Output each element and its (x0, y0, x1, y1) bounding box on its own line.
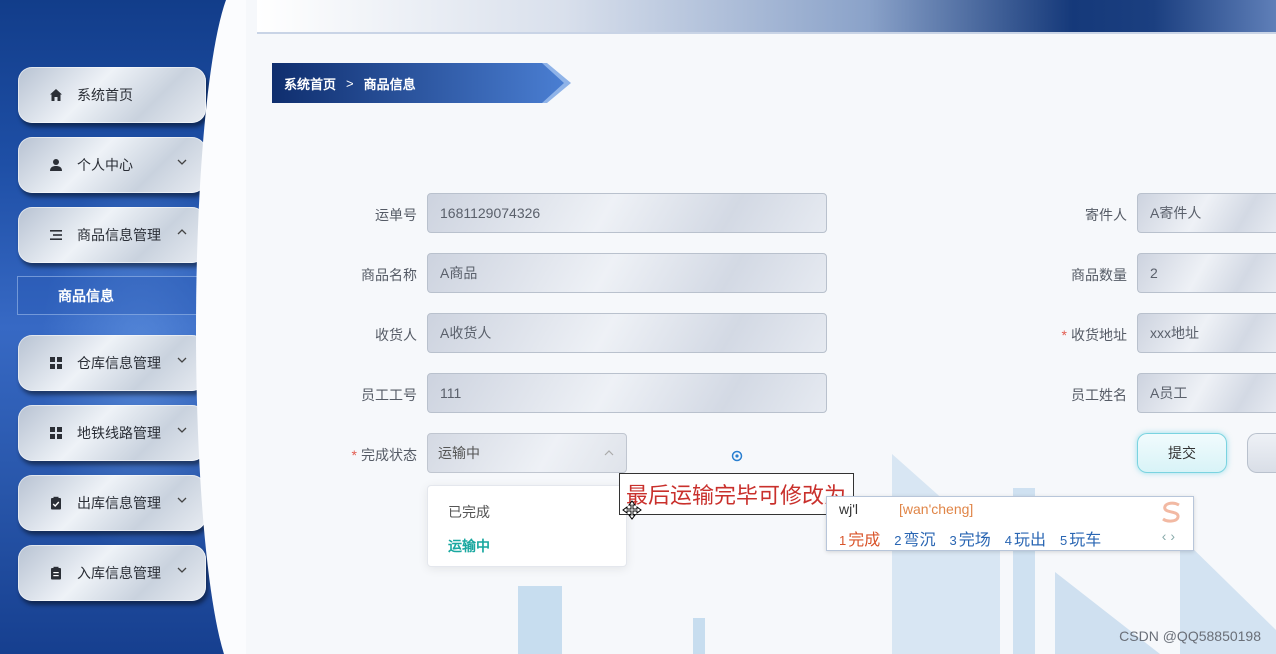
sidebar-item-personal-center[interactable]: 个人中心 (18, 137, 206, 193)
sidebar-item-label: 地铁线路管理 (77, 425, 161, 441)
watermark: CSDN @QQ58850198 (1119, 628, 1261, 644)
ime-candidate-text: 弯沉 (903, 532, 936, 549)
user-icon (48, 157, 64, 173)
sender-field[interactable]: A寄件人 (1137, 193, 1276, 233)
ime-candidate-text: 玩车 (1069, 532, 1102, 549)
sidebar-item-metro-line-management[interactable]: 地铁线路管理 (18, 405, 206, 461)
grid-icon (48, 425, 64, 441)
move-cursor-icon (622, 500, 642, 520)
ime-candidate-text: 玩出 (1013, 532, 1046, 549)
clipboard-icon (48, 565, 64, 581)
home-icon (48, 87, 64, 103)
employee-name-label: 员工姓名 (1071, 387, 1127, 403)
ime-candidate-text: 完场 (958, 532, 991, 549)
clipboard-check-icon (48, 495, 64, 511)
status-label: * 完成状态 (320, 445, 417, 465)
quantity-field[interactable]: 2 (1137, 253, 1276, 293)
sender-label: 寄件人 (1085, 207, 1127, 223)
reset-button[interactable] (1247, 433, 1276, 473)
ime-candidate-number: 4 (1004, 533, 1012, 548)
sidebar: 系统首页 个人中心 商品信息管理 商品信息 仓库信息管理 地铁线路管理 出库信息… (0, 0, 246, 654)
sidebar-item-label: 个人中心 (77, 157, 133, 173)
ime-candidate[interactable]: 2 弯沉 (894, 526, 935, 550)
sidebar-item-home[interactable]: 系统首页 (18, 67, 206, 123)
sidebar-item-label: 仓库信息管理 (77, 355, 161, 371)
ime-candidate-text: 完成 (848, 532, 881, 549)
sidebar-item-label: 商品信息管理 (77, 227, 161, 243)
status-dropdown: 已完成 运输中 (427, 485, 627, 567)
ime-candidate[interactable]: 3 完场 (950, 526, 991, 550)
chevron-down-icon (177, 427, 187, 433)
submenu-item-label: 商品信息 (58, 287, 114, 304)
product-name-label: 商品名称 (361, 267, 417, 283)
ime-logo-icon (1162, 501, 1180, 523)
submenu-item-product-info[interactable]: 商品信息 (17, 276, 217, 315)
submit-button[interactable]: 提交 (1137, 433, 1227, 473)
status-option-completed[interactable]: 已完成 (448, 502, 490, 522)
waybill-label: 运单号 (375, 207, 417, 223)
ime-candidate-number: 2 (894, 533, 902, 548)
address-field[interactable]: xxx地址 (1137, 313, 1276, 353)
required-mark: * (1061, 327, 1067, 343)
ime-page-nav[interactable]: ‹ › (1162, 528, 1175, 544)
required-mark: * (351, 447, 357, 463)
waybill-field[interactable]: 1681129074326 (427, 193, 827, 233)
product-name-field[interactable]: A商品 (427, 253, 827, 293)
breadcrumb-home-link[interactable]: 系统首页 (284, 74, 336, 93)
chevron-down-icon (177, 357, 187, 363)
ime-candidate-number: 3 (949, 533, 957, 548)
employee-name-field[interactable]: A员工 (1137, 373, 1276, 413)
ime-candidate[interactable]: 5 玩车 (1060, 526, 1101, 550)
address-label: * 收货地址 (1030, 325, 1127, 345)
chevron-up-icon (604, 450, 614, 456)
sidebar-item-label: 系统首页 (77, 87, 133, 103)
chevron-down-icon (177, 567, 187, 573)
loading-spinner-icon (731, 450, 743, 462)
ime-candidate[interactable]: 4 玩出 (1005, 526, 1046, 550)
ime-candidate-number: 5 (1060, 533, 1068, 548)
receiver-field[interactable]: A收货人 (427, 313, 827, 353)
sidebar-item-label: 入库信息管理 (77, 565, 161, 581)
address-label-text: 收货地址 (1071, 327, 1127, 343)
sidebar-item-warehouse-info-management[interactable]: 仓库信息管理 (18, 335, 206, 391)
ime-composition-text: 最后运输完毕可修改为 (619, 473, 854, 515)
status-label-text: 完成状态 (361, 447, 417, 463)
sidebar-item-outbound-info-management[interactable]: 出库信息管理 (18, 475, 206, 531)
list-icon (48, 227, 64, 243)
submit-button-label: 提交 (1168, 445, 1196, 461)
chevron-down-icon (177, 159, 187, 165)
status-select-value: 运输中 (438, 445, 480, 461)
quantity-label: 商品数量 (1071, 267, 1127, 283)
chevron-down-icon (177, 497, 187, 503)
ime-candidate[interactable]: 1 完成 (839, 526, 880, 550)
ime-pinyin-hint: [wan'cheng] (899, 501, 974, 517)
employee-id-field[interactable]: 111 (427, 373, 827, 413)
grid-icon (48, 355, 64, 371)
ime-candidate-number: 1 (839, 533, 847, 548)
employee-id-label: 员工工号 (361, 387, 417, 403)
ime-candidate-window: wj'l [wan'cheng] 1 完成 2 弯沉 3 完场 4 玩出 5 玩车 ‹ › (826, 496, 1194, 551)
sidebar-item-label: 出库信息管理 (77, 495, 161, 511)
ime-pinyin-input: wj'l (839, 501, 859, 517)
breadcrumb-current: 商品信息 (363, 76, 416, 92)
sidebar-item-inbound-info-management[interactable]: 入库信息管理 (18, 545, 206, 601)
breadcrumb: 系统首页 > 商品信息 (272, 63, 572, 103)
status-option-in-transit[interactable]: 运输中 (448, 536, 490, 556)
status-select[interactable]: 运输中 (427, 433, 627, 473)
sidebar-item-product-info-management[interactable]: 商品信息管理 (18, 207, 206, 263)
receiver-label: 收货人 (375, 327, 417, 343)
breadcrumb-separator: > (346, 75, 354, 91)
header-banner (257, 0, 1276, 34)
chevron-up-icon (177, 229, 187, 235)
